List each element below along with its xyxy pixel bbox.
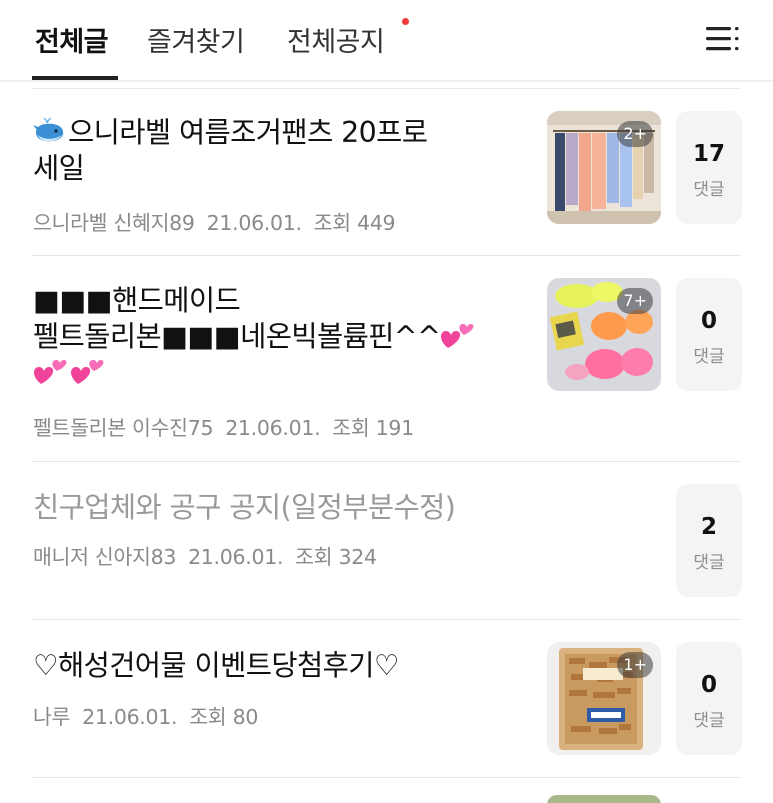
hearts-line [33,356,107,389]
comment-button[interactable]: 2 댓글 [676,484,742,597]
post-title-line1: ♡해성건어물 이벤트당첨후기♡ [33,649,399,682]
post-author[interactable]: 나루 [33,705,70,729]
post-thumbnail[interactable]: 2+ [547,111,661,224]
tab-favorites[interactable]: 즐겨찾기 [147,20,245,59]
post-author[interactable]: 매니저 신아지83 [33,545,176,569]
post-thumbnail[interactable]: 7+ [547,278,661,391]
post-title-line1: ■■■핸드메이드 [33,284,241,317]
divider [32,777,741,778]
tab-all-notices[interactable]: 전체공지 [287,20,385,59]
next-post-thumbnail-partial[interactable] [547,795,661,803]
comment-label: 댓글 [693,553,725,573]
active-tab-underline [32,76,118,80]
post-meta: 으니라벨 신혜지89 21.06.01. 조회 449 [33,206,396,236]
post-views: 조회 324 [295,545,377,569]
post-author[interactable]: 으니라벨 신혜지89 [33,211,195,235]
post-meta: 펠트돌리본 이수진75 21.06.01. 조회 191 [33,411,414,441]
two-hearts-emoji [441,324,474,348]
post-meta: 나루 21.06.01. 조회 80 [33,700,258,730]
comment-count: 17 [692,141,725,167]
image-count-badge: 7+ [617,288,653,314]
post-views: 조회 191 [332,416,414,440]
comment-button[interactable]: 0 댓글 [676,278,742,391]
comment-count: 0 [700,308,717,334]
two-hearts-emoji [71,360,104,384]
post-title[interactable]: 으니라벨 여름조거팬츠 20프로 세일 [33,115,533,187]
whale-emoji [33,117,64,142]
post-title[interactable]: 친구업체와 공구 공지(일정부분수정) [33,490,538,526]
post-date: 21.06.01. [188,545,284,569]
two-hearts-emoji [34,360,67,384]
comment-label: 댓글 [693,180,725,200]
post-meta: 매니저 신아지83 21.06.01. 조회 324 [33,540,377,570]
post-title[interactable]: ■■■핸드메이드 펠트돌리본■■■네온빅볼륨핀^^ [33,283,538,391]
comment-button[interactable]: 0 댓글 [676,642,742,755]
tab-bar: 전체글 즐겨찾기 전체공지 [0,0,773,82]
comment-label: 댓글 [693,711,725,731]
post-title-line2: 펠트돌리본■■■네온빅볼륨핀^^ [33,320,441,353]
tab-all-posts[interactable]: 전체글 [35,20,109,59]
post-thumbnail[interactable]: 1+ [547,642,661,755]
list-item[interactable]: ■■■핸드메이드 펠트돌리본■■■네온빅볼륨핀^^ 펠트돌리본 이수진75 21.… [0,256,773,462]
post-title-line1: 으니라벨 여름조거팬츠 20프로 [68,116,428,149]
comment-count: 2 [700,514,717,540]
post-date: 21.06.01. [206,211,302,235]
comment-label: 댓글 [693,347,725,367]
post-views: 조회 80 [189,705,259,729]
post-title-line1: 친구업체와 공구 공지(일정부분수정) [33,491,456,524]
comment-count: 0 [700,672,717,698]
comment-button[interactable]: 17 댓글 [676,111,742,224]
image-count-badge: 1+ [617,652,653,678]
list-item[interactable]: 친구업체와 공구 공지(일정부분수정) 매니저 신아지83 21.06.01. 조회… [0,462,773,620]
image-count-badge: 2+ [617,121,653,147]
post-date: 21.06.01. [225,416,321,440]
new-indicator-dot [402,18,409,25]
post-title[interactable]: ♡해성건어물 이벤트당첨후기♡ [33,648,538,684]
list-item[interactable]: ♡해성건어물 이벤트당첨후기♡ 나루 21.06.01. 조회 80 1+ 0 댓글 [0,620,773,778]
hamburger-list-icon[interactable] [706,25,740,53]
post-author[interactable]: 펠트돌리본 이수진75 [33,416,213,440]
list-item[interactable]: 으니라벨 여름조거팬츠 20프로 세일 으니라벨 신혜지89 21.06.01. 조… [0,92,773,256]
post-views: 조회 449 [313,211,396,235]
post-title-line2: 세일 [33,152,85,185]
list-top-divider [32,88,741,89]
post-date: 21.06.01. [82,705,178,729]
